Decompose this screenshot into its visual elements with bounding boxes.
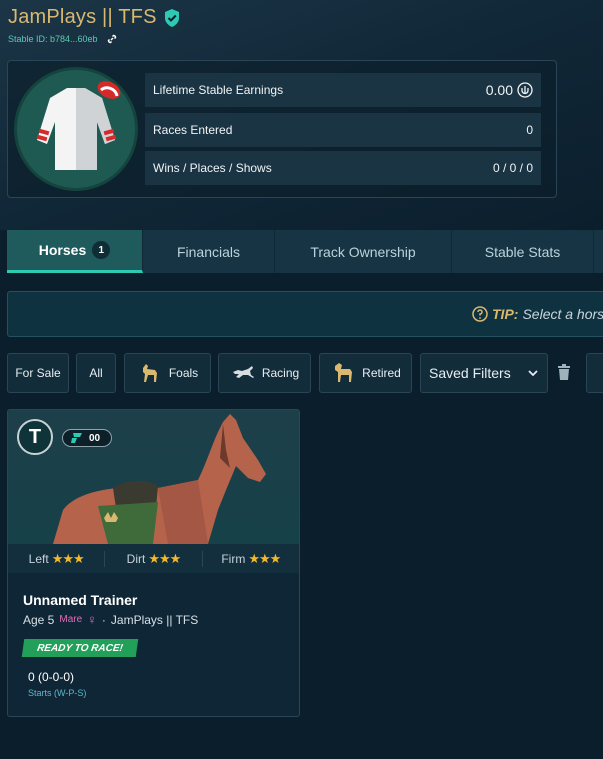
pref-direction-label: Left [28,551,49,566]
question-circle-icon [472,306,488,322]
horse-age: Age 5 [23,612,55,627]
pref-condition: Firm ★★★ [203,551,299,567]
races-value: 0 [526,123,533,137]
earnings-value: 0.00 [485,82,513,98]
saved-filters-select[interactable]: Saved Filters [420,353,548,393]
filter-extra-button[interactable] [586,353,603,393]
horse-owner: JamPlays || TFS [110,612,199,627]
filter-foals-label: Foals [168,366,199,380]
tab-horses[interactable]: Horses 1 [7,230,143,273]
status-badge: READY TO RACE! [21,639,139,657]
female-icon: ♀ [87,612,97,627]
filter-retired-label: Retired [362,366,401,380]
races-label: Races Entered [153,123,233,137]
trainer-badge: T [17,419,53,455]
tip-text: Select a hors [522,306,603,322]
earnings-value-group: 0.00 [486,82,533,98]
stable-tabs: Horses 1 Financials Track Ownership Stab… [7,230,603,273]
stable-name: JamPlays || TFS [8,6,157,28]
pref-surface-label: Dirt [126,551,146,566]
tab-financials-label: Financials [176,243,241,260]
tab-track-ownership[interactable]: Track Ownership [275,230,452,273]
link-icon[interactable] [106,33,118,45]
currency-coin-icon [517,82,533,98]
races-row: Races Entered 0 [145,113,541,147]
gate-badge: 00 [62,429,112,447]
pref-direction: Left ★★★ [8,550,106,567]
horse-name[interactable]: Unnamed Trainer [23,592,137,608]
horse-meta: Age 5 Mare ♀ · JamPlays || TFS [23,612,198,627]
jockey-silks-icon [36,81,121,170]
filter-for-sale-label: For Sale [15,366,61,380]
pref-surface-stars: ★★★ [148,550,181,566]
preference-row: Left ★★★ Dirt ★★★ Firm ★★★ [8,544,299,573]
earnings-label: Lifetime Stable Earnings [153,83,284,97]
tip-banner: TIP: Select a hors [7,291,603,337]
pref-condition-stars: ★★★ [248,550,281,566]
earnings-row: Lifetime Stable Earnings 0.00 [145,73,541,107]
wps-row: Wins / Places / Shows 0 / 0 / 0 [145,151,541,185]
tab-financials[interactable]: Financials [143,230,275,273]
stable-title: JamPlays || TFS [8,6,181,29]
stable-id-row: Stable ID: b784...60eb [8,33,181,45]
meta-separator: · [101,612,106,627]
gate-icon [71,433,82,443]
trainer-initial: T [28,425,42,448]
verified-shield-icon [164,8,179,27]
race-record-label: Starts (W-P-S) [28,688,87,698]
gate-value: 00 [89,432,101,444]
pref-surface: Dirt ★★★ [105,550,203,567]
foal-icon [142,364,157,382]
filter-foals-button[interactable]: Foals [124,353,211,393]
tab-stable-stats-label: Stable Stats [484,243,561,260]
tab-track-ownership-label: Track Ownership [310,243,416,260]
pref-direction-stars: ★★★ [51,550,85,566]
filter-all-label: All [89,366,103,380]
filter-retired-button[interactable]: Retired [319,353,412,393]
stable-id: Stable ID: b784...60eb [8,34,98,44]
pref-condition-label: Firm [221,551,246,566]
wps-label: Wins / Places / Shows [153,161,272,175]
tab-horses-label: Horses [38,242,87,258]
racing-horse-icon [232,366,254,378]
silks-avatar [14,67,138,191]
saved-filters-label: Saved Filters [429,365,511,381]
stable-header: JamPlays || TFS Stable ID: b784...60eb [8,6,181,45]
horse-card[interactable]: T 00 Left ★★★ Dirt ★★★ Firm ★★★ Unnamed … [7,409,300,717]
tab-stable-stats[interactable]: Stable Stats [452,230,594,273]
chevron-down-icon [528,370,538,377]
race-record: 0 (0-0-0) [28,670,75,684]
tab-horses-count: 1 [92,241,111,259]
filter-all-button[interactable]: All [76,353,116,393]
filter-for-sale-button[interactable]: For Sale [7,353,69,393]
stable-profile: Lifetime Stable Earnings 0.00 Races Ente… [7,60,557,198]
horse-sex: Mare [59,614,83,625]
trash-icon[interactable] [557,364,571,380]
filter-racing-button[interactable]: Racing [218,353,311,393]
wps-value: 0 / 0 / 0 [492,161,533,175]
filter-racing-label: Racing [261,366,300,380]
retired-horse-icon [335,363,353,382]
status-text: READY TO RACE! [36,642,124,654]
tip-label: TIP: [492,306,519,322]
